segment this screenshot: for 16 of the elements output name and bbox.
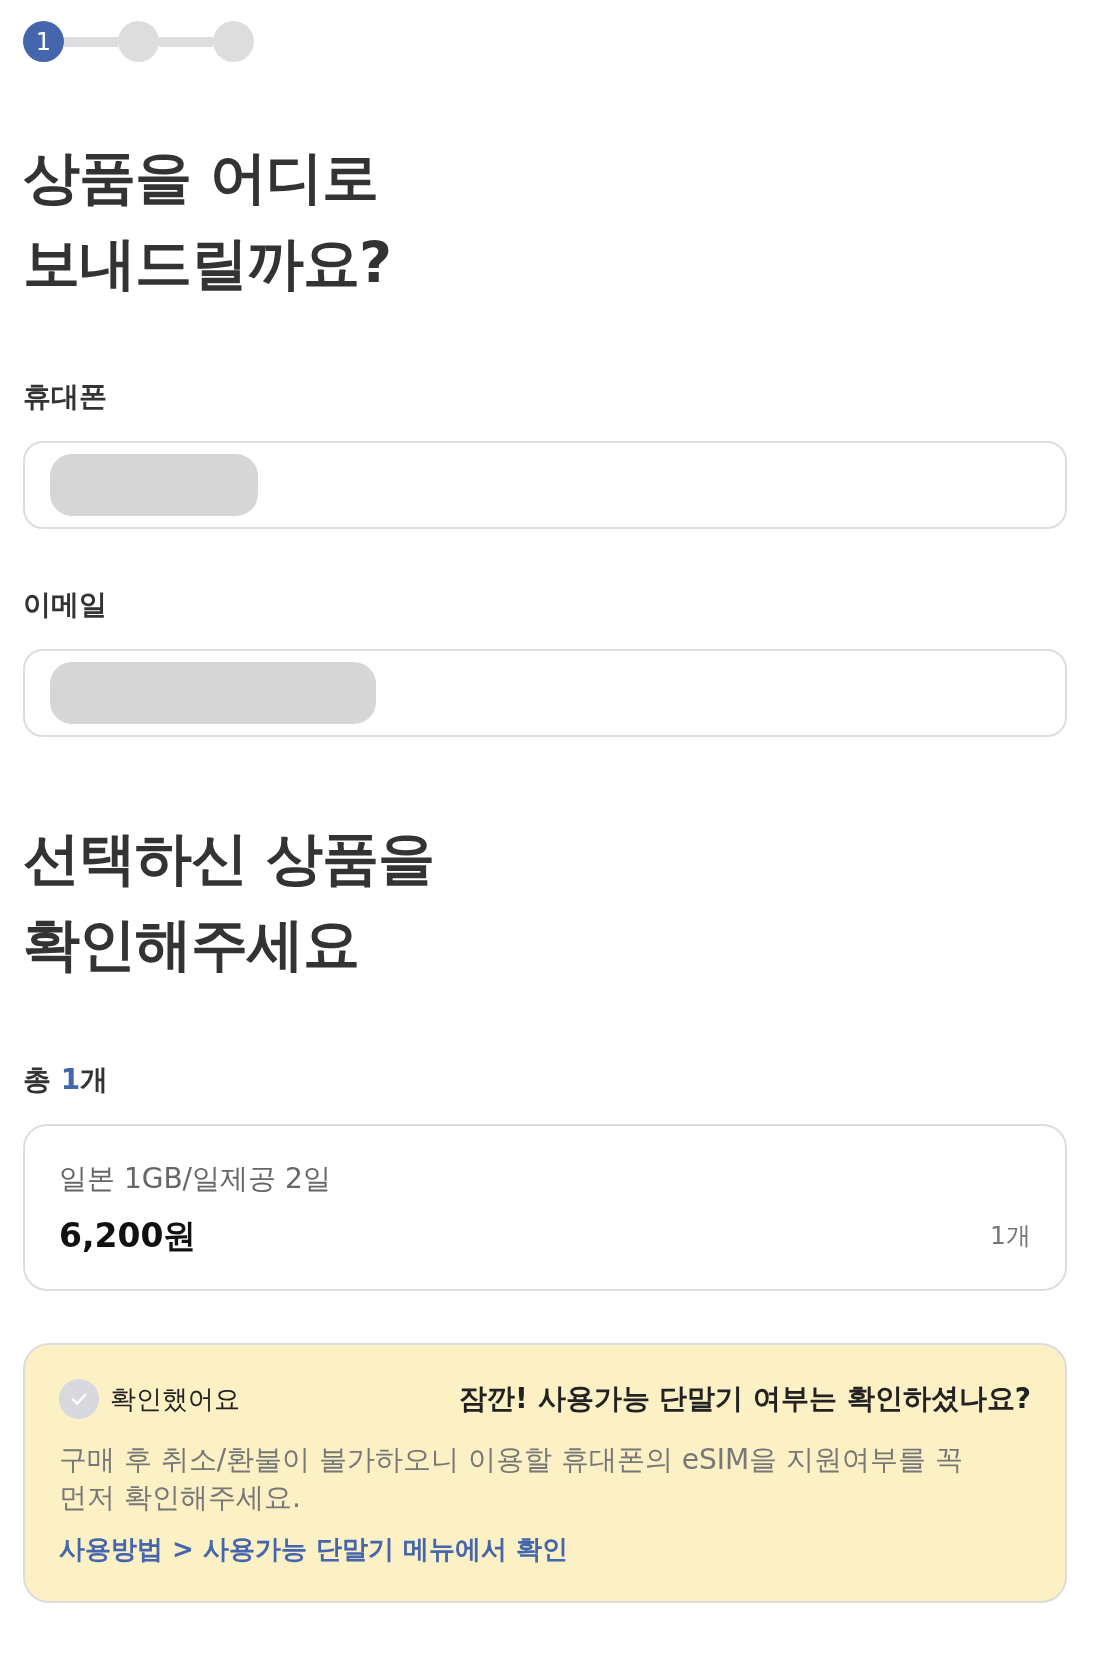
confirm-checkbox[interactable]: 확인했어요 — [59, 1379, 240, 1419]
notice-message: 구매 후 취소/환불이 불가하오니 이용할 휴대폰의 eSIM을 지원여부를 꼭 먼저 확인해주세요. — [59, 1442, 965, 1516]
section-heading: 선택하신 상품을 확인해주세요 — [23, 824, 434, 979]
usage-guide-link[interactable]: 사용방법 > 사용가능 단말기 메뉴에서 확인 — [59, 1530, 569, 1568]
section-heading: 상품을 어디로 보내드릴까요? — [23, 143, 392, 298]
product-name: 일본 1GB/일제공 2일 — [59, 1161, 331, 1197]
check-circle-icon[interactable] — [59, 1379, 99, 1419]
product-quantity: 1개 — [990, 1220, 1031, 1252]
item-total-count: 총 1개 — [23, 1062, 109, 1098]
field-label: 이메일 — [23, 587, 107, 623]
notice-title: 잠깐! 사용가능 단말기 여부는 확인하셨나요? — [459, 1381, 1031, 1417]
input-field[interactable] — [23, 649, 1067, 737]
field-label: 휴대폰 — [23, 379, 107, 415]
product-price: 6,200원 — [59, 1215, 197, 1257]
step-indicator: 1 — [23, 21, 64, 62]
input-field[interactable] — [23, 441, 1067, 529]
